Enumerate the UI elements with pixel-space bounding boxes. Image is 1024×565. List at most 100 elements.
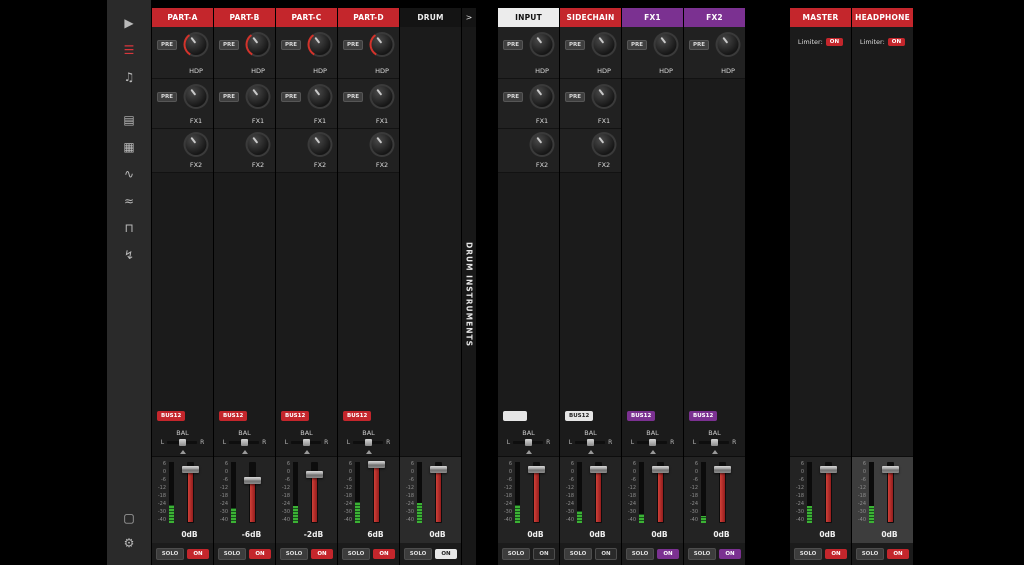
volume-fader[interactable] bbox=[368, 460, 385, 523]
send-knob-hdp[interactable] bbox=[715, 32, 741, 57]
send-knob-hdp[interactable] bbox=[591, 32, 617, 57]
pulse-icon[interactable]: ⊓ bbox=[118, 217, 140, 239]
send-knob-fx2[interactable] bbox=[183, 132, 209, 157]
volume-fader[interactable] bbox=[182, 462, 199, 523]
send-knob-fx1[interactable] bbox=[591, 84, 617, 109]
on-button[interactable]: ON bbox=[657, 549, 679, 559]
song-notes-icon[interactable]: ♫ bbox=[118, 66, 140, 88]
bus-assign-button[interactable]: BUS12 bbox=[343, 411, 372, 421]
channel-tab-headphone[interactable]: HEADPHONE bbox=[852, 8, 913, 27]
send-knob-hdp[interactable] bbox=[369, 32, 395, 57]
pre-button[interactable]: PRE bbox=[503, 40, 524, 50]
bus-assign-button[interactable]: BUS12 bbox=[627, 411, 656, 421]
balance-slider[interactable]: LR bbox=[152, 439, 213, 446]
fader-handle[interactable] bbox=[430, 465, 447, 473]
volume-fader[interactable] bbox=[714, 462, 731, 523]
pre-button[interactable]: PRE bbox=[689, 40, 710, 50]
send-knob-fx2[interactable] bbox=[369, 132, 395, 157]
pre-button[interactable]: PRE bbox=[157, 40, 178, 50]
pre-button[interactable]: PRE bbox=[157, 92, 178, 102]
channel-tab-input[interactable]: INPUT bbox=[498, 8, 559, 27]
on-button[interactable]: ON bbox=[825, 549, 847, 559]
send-knob-hdp[interactable] bbox=[183, 32, 209, 57]
balance-slider[interactable]: LR bbox=[338, 439, 399, 446]
bus-assign-button[interactable] bbox=[503, 411, 527, 421]
mixer-icon[interactable]: ☰ bbox=[118, 39, 140, 61]
channel-tab-part-c[interactable]: PART-C bbox=[276, 8, 337, 27]
fader-handle[interactable] bbox=[182, 465, 199, 473]
on-button[interactable]: ON bbox=[373, 549, 395, 559]
balance-slider[interactable]: LR bbox=[214, 439, 275, 446]
volume-fader[interactable] bbox=[430, 462, 447, 523]
send-knob-hdp[interactable] bbox=[307, 32, 333, 57]
pre-button[interactable]: PRE bbox=[219, 92, 240, 102]
volume-fader[interactable] bbox=[590, 462, 607, 523]
volume-fader[interactable] bbox=[882, 462, 899, 523]
solo-button[interactable]: SOLO bbox=[856, 548, 884, 560]
pre-button[interactable]: PRE bbox=[627, 40, 648, 50]
collapsed-strip-drum-instruments[interactable]: > DRUM INSTRUMENTS bbox=[462, 8, 476, 565]
solo-button[interactable]: SOLO bbox=[626, 548, 654, 560]
balance-slider[interactable]: LR bbox=[498, 439, 559, 446]
balance-handle[interactable] bbox=[524, 439, 532, 446]
pre-button[interactable]: PRE bbox=[219, 40, 240, 50]
bus-assign-button[interactable]: BUS12 bbox=[157, 411, 186, 421]
bus-assign-button[interactable]: BUS12 bbox=[565, 411, 594, 421]
send-knob-hdp[interactable] bbox=[245, 32, 271, 57]
channel-tab-fx2[interactable]: FX2 bbox=[684, 8, 745, 27]
send-knob-fx2[interactable] bbox=[245, 132, 271, 157]
fader-handle[interactable] bbox=[306, 470, 323, 478]
clipboard-icon[interactable]: ▤ bbox=[118, 109, 140, 131]
volume-fader[interactable] bbox=[820, 462, 837, 523]
send-knob-fx1[interactable] bbox=[369, 84, 395, 109]
on-button[interactable]: ON bbox=[887, 549, 909, 559]
on-button[interactable]: ON bbox=[187, 549, 209, 559]
channel-tab-part-d[interactable]: PART-D bbox=[338, 8, 399, 27]
balance-handle[interactable] bbox=[364, 439, 372, 446]
pre-button[interactable]: PRE bbox=[281, 40, 302, 50]
waveform-icon[interactable]: ∿ bbox=[118, 163, 140, 185]
send-knob-fx2[interactable] bbox=[307, 132, 333, 157]
channel-tab-fx1[interactable]: FX1 bbox=[622, 8, 683, 27]
channel-tab-master[interactable]: MASTER bbox=[790, 8, 851, 27]
on-button[interactable]: ON bbox=[533, 548, 555, 560]
fader-handle[interactable] bbox=[528, 465, 545, 473]
pre-button[interactable]: PRE bbox=[343, 92, 364, 102]
on-button[interactable]: ON bbox=[311, 549, 333, 559]
bus-assign-button[interactable]: BUS12 bbox=[689, 411, 718, 421]
send-knob-fx1[interactable] bbox=[245, 84, 271, 109]
channel-tab-part-b[interactable]: PART-B bbox=[214, 8, 275, 27]
balance-slider[interactable]: LR bbox=[684, 439, 745, 446]
pre-button[interactable]: PRE bbox=[281, 92, 302, 102]
send-knob-fx1[interactable] bbox=[529, 84, 555, 109]
send-knob-fx1[interactable] bbox=[307, 84, 333, 109]
pre-button[interactable]: PRE bbox=[565, 92, 586, 102]
solo-button[interactable]: SOLO bbox=[688, 548, 716, 560]
on-button[interactable]: ON bbox=[719, 549, 741, 559]
balance-handle[interactable] bbox=[648, 439, 656, 446]
balance-slider[interactable]: LR bbox=[276, 439, 337, 446]
send-knob-fx2[interactable] bbox=[591, 132, 617, 157]
pre-button[interactable]: PRE bbox=[565, 40, 586, 50]
on-button[interactable]: ON bbox=[249, 549, 271, 559]
pattern-grid-icon[interactable]: ▦ bbox=[118, 136, 140, 158]
balance-handle[interactable] bbox=[586, 439, 594, 446]
send-knob-fx2[interactable] bbox=[529, 132, 555, 157]
bus-assign-button[interactable]: BUS12 bbox=[281, 411, 310, 421]
on-button[interactable]: ON bbox=[595, 548, 617, 560]
fader-handle[interactable] bbox=[368, 460, 385, 468]
balance-handle[interactable] bbox=[178, 439, 186, 446]
balance-slider[interactable]: LR bbox=[622, 439, 683, 446]
solo-button[interactable]: SOLO bbox=[502, 548, 530, 560]
bus-assign-button[interactable]: BUS12 bbox=[219, 411, 248, 421]
volume-fader[interactable] bbox=[652, 462, 669, 523]
solo-button[interactable]: SOLO bbox=[156, 548, 184, 560]
solo-button[interactable]: SOLO bbox=[794, 548, 822, 560]
channel-tab-part-a[interactable]: PART-A bbox=[152, 8, 213, 27]
channel-tab-drum[interactable]: DRUM bbox=[400, 8, 461, 27]
solo-button[interactable]: SOLO bbox=[404, 548, 432, 560]
pre-button[interactable]: PRE bbox=[343, 40, 364, 50]
fader-handle[interactable] bbox=[244, 477, 261, 485]
balance-handle[interactable] bbox=[302, 439, 310, 446]
waveform-alt-icon[interactable]: ≈ bbox=[118, 190, 140, 212]
